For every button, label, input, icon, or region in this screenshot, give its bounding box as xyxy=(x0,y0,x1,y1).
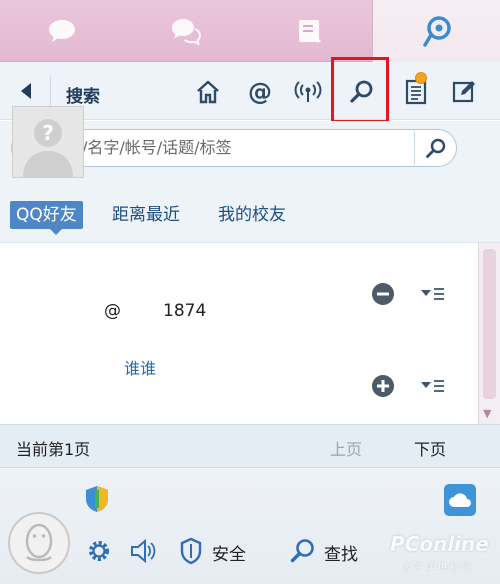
shield-icon xyxy=(180,537,202,565)
dropdown-menu-icon xyxy=(421,380,444,392)
handle-prefix: @ xyxy=(104,301,121,321)
watermark-sub: 太平洋电脑网 xyxy=(402,563,475,573)
security-manager-button[interactable] xyxy=(82,484,112,514)
toolbar-title: 搜索 xyxy=(66,87,100,107)
plus-circle-icon xyxy=(372,375,394,397)
filter-tabs: QQ好友 距离最近 我的校友 xyxy=(0,177,500,243)
follow-button[interactable] xyxy=(370,373,396,399)
search-submit-button[interactable] xyxy=(414,131,457,165)
notification-dot xyxy=(415,72,427,84)
item-menu-button[interactable] xyxy=(418,373,448,399)
list-scrollbar[interactable]: ▼ xyxy=(478,243,500,424)
handle-suffix: 1874 xyxy=(163,301,207,321)
unfollow-button[interactable] xyxy=(370,281,396,307)
bottom-bar: 安全 查找 PConline 太平洋电脑网 xyxy=(0,468,500,584)
item-handle: @ 1874 xyxy=(104,301,206,321)
home-icon xyxy=(197,80,219,104)
avatar xyxy=(12,255,88,331)
settings-button[interactable] xyxy=(84,536,114,566)
back-button[interactable] xyxy=(16,80,36,102)
minus-circle-icon xyxy=(372,283,394,305)
scroll-down-arrow-icon[interactable]: ▼ xyxy=(483,407,491,420)
find-label[interactable]: 查找 xyxy=(324,540,358,565)
search-button-highlight xyxy=(331,57,389,123)
search-icon xyxy=(426,138,446,158)
edit-icon xyxy=(452,81,475,103)
sound-button[interactable] xyxy=(128,536,158,566)
list-item[interactable]: @ 1874 xyxy=(0,243,478,343)
weibo-icon xyxy=(422,16,451,47)
list-item[interactable]: 谁谁 xyxy=(0,343,478,424)
filter-qq-friends[interactable]: QQ好友 xyxy=(10,201,83,235)
broadcast-button[interactable] xyxy=(292,76,324,108)
qq-avatar[interactable] xyxy=(8,512,70,574)
tab-group-chat[interactable] xyxy=(124,0,248,62)
find-button[interactable] xyxy=(288,536,318,566)
broadcast-icon xyxy=(294,81,322,102)
item-menu-button[interactable] xyxy=(418,281,448,307)
item-handle xyxy=(104,395,234,415)
dropdown-menu-icon xyxy=(421,288,444,300)
watermark-brand: PConline xyxy=(390,532,489,556)
default-avatar[interactable]: ? xyxy=(12,106,84,178)
chat-bubble-icon xyxy=(49,20,75,42)
security-label[interactable]: 安全 xyxy=(212,540,246,565)
group-chat-icon xyxy=(172,19,202,45)
security-shield-icon xyxy=(86,486,108,512)
default-user-icon: ? xyxy=(13,107,83,177)
next-page-button[interactable]: 下页 xyxy=(414,436,446,460)
tab-weibo[interactable] xyxy=(372,0,500,62)
svg-text:?: ? xyxy=(42,121,54,145)
filter-nearest[interactable]: 距离最近 xyxy=(112,201,180,229)
mentions-button[interactable]: @ xyxy=(244,76,276,108)
cloud-icon xyxy=(449,493,471,507)
top-tab-strip xyxy=(0,0,500,62)
gear-icon xyxy=(89,541,109,561)
cloud-button[interactable] xyxy=(444,484,476,516)
pager: 当前第1页 上页 下页 xyxy=(0,424,500,468)
scroll-thumb[interactable] xyxy=(483,249,496,399)
tab-contacts[interactable] xyxy=(248,0,372,62)
find-icon xyxy=(290,539,314,563)
tab-chat[interactable] xyxy=(0,0,124,62)
speaker-icon xyxy=(131,539,156,563)
qq-penguin-icon xyxy=(25,523,53,562)
security-button[interactable] xyxy=(176,536,206,566)
compose-button[interactable] xyxy=(448,76,480,108)
home-button[interactable] xyxy=(192,76,224,108)
result-list: @ 1874 谁谁 xyxy=(0,243,478,424)
search-input[interactable] xyxy=(34,130,414,166)
prev-page-button[interactable]: 上页 xyxy=(330,436,362,460)
toolbar-divider xyxy=(50,76,51,106)
back-arrow-icon xyxy=(21,83,31,99)
contacts-icon xyxy=(299,20,321,43)
item-name[interactable]: 谁谁 xyxy=(104,355,156,379)
svg-text:@: @ xyxy=(248,78,272,106)
at-icon: @ xyxy=(248,78,272,106)
filter-schoolmates[interactable]: 我的校友 xyxy=(218,201,286,229)
page-indicator: 当前第1页 xyxy=(16,440,91,459)
pconline-watermark: PConline 太平洋电脑网 xyxy=(384,526,496,582)
